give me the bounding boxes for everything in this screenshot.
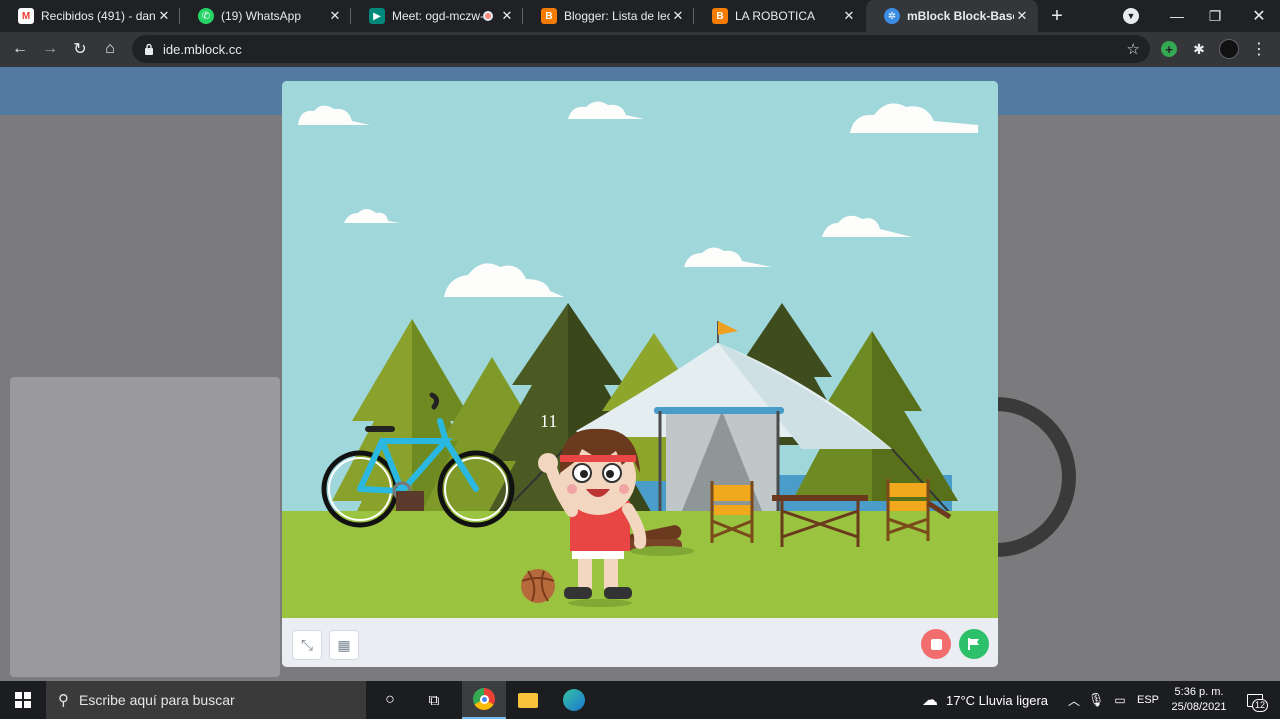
taskbar-search[interactable]: ⚲ Escribe aquí para buscar [46,681,366,719]
notification-count: 12 [1251,699,1268,712]
sprite-value-text: 11 [540,411,557,431]
blogger-icon: B [541,8,557,24]
kid-hand [538,453,558,473]
lock-icon [145,43,153,55]
tab-mblock[interactable]: ✲ mBlock Block-Based IE ✕ [866,0,1038,32]
address-bar[interactable]: ide.mblock.cc ☆ [132,35,1150,63]
close-icon[interactable]: ✕ [156,8,172,24]
tab-search-button[interactable]: ▼ [1108,0,1154,32]
cortana-button[interactable]: ○ [372,681,408,719]
stop-button[interactable] [921,629,951,659]
browser-tab-strip: M Recibidos (491) - danni ✕ ✆ (19) Whats… [0,0,1280,32]
chair-seat [888,483,928,497]
notifications-button[interactable]: 12 [1238,681,1272,719]
page-content: 11 ⤡ ▦ [0,67,1280,681]
close-icon[interactable]: ✕ [841,8,857,24]
search-icon: ⚲ [58,692,69,709]
reload-button[interactable]: ↻ [70,39,90,59]
close-icon[interactable]: ✕ [670,8,686,24]
gmail-icon: M [18,8,34,24]
recording-icon [483,11,493,21]
blogger-icon: B [712,8,728,24]
kid-shoe [564,587,592,599]
chrome-icon [473,688,495,710]
chair-back [714,505,752,515]
stage-controls-bar: ⤡ ▦ [282,618,998,667]
tab-gmail[interactable]: M Recibidos (491) - danni ✕ [0,0,180,32]
close-window-button[interactable]: ✕ [1236,0,1280,32]
close-icon[interactable]: ✕ [499,8,515,24]
kid-shoe [604,587,632,599]
stage-canvas[interactable]: 11 [282,81,998,618]
whatsapp-icon: ✆ [198,8,214,24]
restore-button[interactable]: ❐ [1192,0,1238,32]
language-indicator[interactable]: ESP [1134,681,1162,719]
meet-icon: ▶ [369,8,385,24]
close-icon[interactable]: ✕ [1014,8,1030,24]
weather-text[interactable]: 17°C Lluvia ligera [946,681,1058,719]
stump [396,491,424,511]
new-tab-button[interactable]: + [1034,0,1080,32]
home-button[interactable]: ⌂ [100,39,120,59]
stage-fullscreen-window: 11 ⤡ ▦ [282,81,998,667]
tent-awning [654,407,784,414]
ide-device-wheel-dimmed [996,397,1076,557]
windows-icon [15,692,31,708]
tab-label: (19) WhatsApp [221,9,302,23]
folder-icon [518,692,538,708]
chair-seat [712,485,752,501]
add-extension-icon[interactable]: + [1159,39,1179,59]
exit-fullscreen-button[interactable]: ⤡ [292,630,322,660]
back-button[interactable]: ← [10,39,30,59]
camp-table [772,495,868,501]
edge-icon [563,689,585,711]
battery-icon[interactable]: ▭ [1108,681,1132,719]
green-flag-button[interactable] [959,629,989,659]
bookmark-star-icon[interactable]: ☆ [1127,40,1140,58]
weather-icon[interactable]: ☁ [916,681,944,719]
forward-button[interactable]: → [40,39,60,59]
chevron-up-icon[interactable]: ︿ [1064,681,1084,719]
microphone-icon[interactable]: 🎙 [1086,681,1106,719]
browser-menu-icon[interactable]: ⋮ [1249,39,1269,59]
grid-button[interactable]: ▦ [329,630,359,660]
tab-blogger-lista[interactable]: B Blogger: Lista de lectu ✕ [523,0,694,32]
tab-meet[interactable]: ▶ Meet: ogd-mczw-t ✕ [351,0,523,32]
close-icon[interactable]: ✕ [327,8,343,24]
kid-headband [560,455,636,462]
grid-icon: ▦ [337,636,351,653]
chair-back [888,501,928,511]
tab-label: Meet: ogd-mczw-t [392,9,483,23]
tab-label: LA ROBOTICA [735,9,816,23]
tab-whatsapp[interactable]: ✆ (19) WhatsApp ✕ [180,0,351,32]
profile-avatar[interactable] [1219,39,1239,59]
flag-icon [968,638,979,650]
tab-label: Recibidos (491) - danni [41,9,156,23]
shrink-icon: ⤡ [300,636,313,654]
extensions-icon[interactable]: ✱ [1189,39,1209,59]
file-explorer-button[interactable] [508,681,548,719]
basketball [521,569,555,603]
search-placeholder: Escribe aquí para buscar [79,692,235,708]
ide-sprites-panel-dimmed [10,377,280,677]
mblock-icon: ✲ [884,8,900,24]
chevron-down-icon: ▼ [1123,8,1139,24]
url-text: ide.mblock.cc [163,42,242,57]
clock-date: 25/08/2021 [1171,701,1227,713]
tab-la-robotica[interactable]: B LA ROBOTICA ✕ [694,0,865,32]
windows-taskbar: ⚲ Escribe aquí para buscar ○ ⧉ ☁ 17°C Ll… [0,681,1280,719]
clock-time: 5:36 p. m. [1174,686,1224,698]
chrome-taskbar-button[interactable] [462,681,506,719]
edge-button[interactable] [552,681,596,719]
start-button[interactable] [0,681,46,719]
task-view-button[interactable]: ⧉ [416,681,452,719]
tab-label: mBlock Block-Based IE [907,9,1014,23]
clock[interactable]: 5:36 p. m. 25/08/2021 [1164,681,1234,719]
tab-label: Blogger: Lista de lectu [564,9,670,23]
stop-icon [930,638,942,650]
